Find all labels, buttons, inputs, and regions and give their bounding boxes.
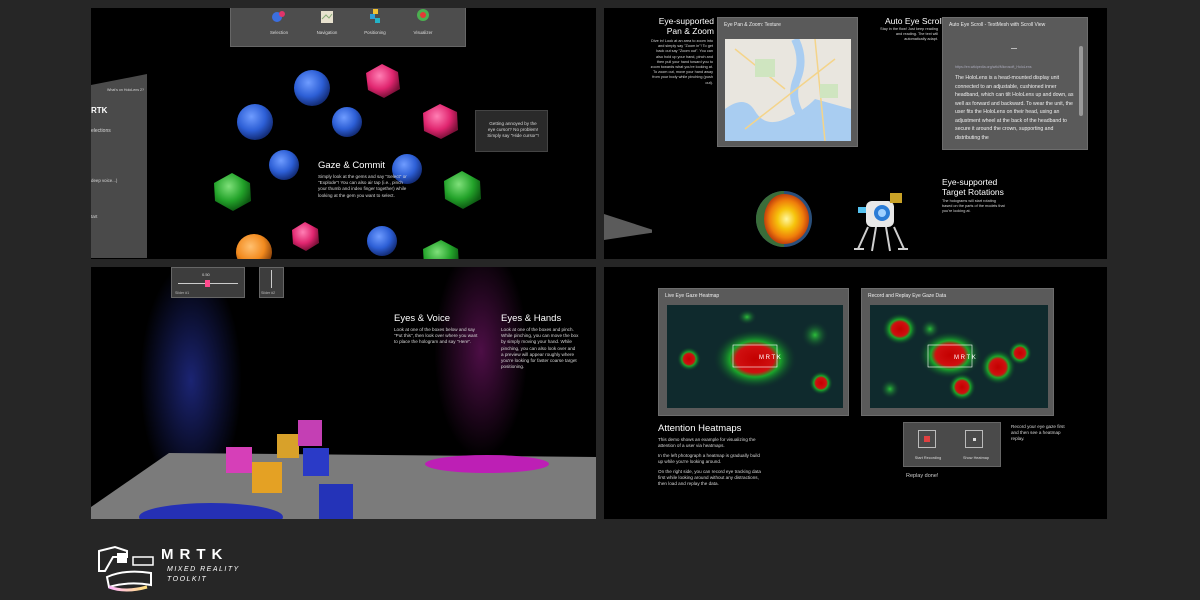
map-texture[interactable] bbox=[725, 39, 851, 141]
lunar-lander-model[interactable] bbox=[850, 189, 912, 255]
show-heatmap-button[interactable] bbox=[965, 430, 983, 448]
eyes-hands-title: Eyes & Hands bbox=[501, 313, 562, 324]
gem-pink[interactable] bbox=[292, 222, 319, 251]
heatmaps-paragraph-1: This demo shows an example for visualizi… bbox=[658, 437, 756, 449]
scroll-link[interactable]: https://en.wikipedia.org/wiki/Microsoft_… bbox=[955, 64, 1075, 70]
gem-blue[interactable] bbox=[332, 107, 362, 137]
mrtk-logo-subtitle-1: MIXED REALITY bbox=[167, 566, 240, 573]
auto-scroll-title: Auto Eye Scroll bbox=[885, 16, 944, 26]
gem-blue[interactable] bbox=[367, 226, 397, 256]
svg-text:M R T K: M R T K bbox=[759, 355, 781, 361]
gaze-title: Gaze & Commit bbox=[318, 160, 386, 171]
earth-core-model[interactable] bbox=[754, 189, 814, 249]
gem-blue[interactable] bbox=[269, 150, 299, 180]
heatmaps-title: Attention Heatmaps bbox=[658, 423, 742, 434]
heatmaps-paragraph-3: On the right side, you can record eye tr… bbox=[658, 469, 761, 487]
mrtk-logo: MRTK MIXED REALITY TOOLKIT bbox=[95, 543, 255, 593]
scrollbar[interactable] bbox=[1079, 46, 1083, 116]
slider-panel-2: Slider #2 bbox=[259, 267, 284, 298]
pan-zoom-title: Eye-supported Pan & Zoom bbox=[658, 16, 714, 36]
target-rotations-title: Eye-supported Target Rotations bbox=[942, 177, 1004, 197]
replay-status: Replay done! bbox=[906, 473, 939, 479]
gem-pink[interactable] bbox=[366, 64, 400, 98]
panel-navigation: Eye-supported Pan & Zoom Dive in! Look a… bbox=[604, 8, 1107, 259]
eyes-voice-description: Look at one of the boxes below and say "… bbox=[394, 327, 478, 345]
scrolling-text: The HoloLens is a head-mounted display u… bbox=[955, 75, 1074, 141]
pan-zoom-description: Dive in! Look at an area to zoom into an… bbox=[650, 39, 713, 85]
replay-heatmap-image: M R T K bbox=[870, 305, 1048, 408]
box-orange[interactable] bbox=[252, 462, 282, 493]
positioning-scene bbox=[91, 420, 596, 519]
live-heatmap-window[interactable]: Live Eye Gaze Heatmap M R T K bbox=[658, 288, 849, 416]
box-blue[interactable] bbox=[303, 448, 329, 476]
panel-positioning: 0.50 Slider #1 Slider #2 Eyes & Voice Lo… bbox=[91, 267, 596, 519]
gem-green[interactable] bbox=[444, 171, 481, 209]
pan-zoom-window[interactable]: Eye Pan & Zoom: Texture bbox=[717, 17, 858, 147]
svg-text:M R T K: M R T K bbox=[954, 355, 976, 361]
hide-cursor-hint: Getting annoyed by the eye cursor? No pr… bbox=[475, 110, 548, 152]
live-heatmap-image: M R T K bbox=[667, 305, 843, 408]
auto-scroll-description: Stay in the flow! Just keep reading and … bbox=[880, 27, 938, 42]
slider-panel-1: 0.50 Slider #1 bbox=[171, 267, 245, 298]
target-rotations-description: The holograms will start rotating based … bbox=[942, 199, 1005, 214]
gaze-description: Simply look at the gems and say "Select"… bbox=[318, 174, 407, 198]
mrtk-logo-subtitle-2: TOOLKIT bbox=[167, 576, 208, 583]
record-icon bbox=[924, 436, 930, 442]
box-magenta[interactable] bbox=[298, 420, 322, 446]
floor-plane bbox=[604, 214, 652, 240]
recording-controls: Start Recording Show Heatmap bbox=[903, 422, 1001, 467]
box-blue[interactable] bbox=[319, 484, 353, 519]
panel-gaze-commit: What's on HoloLens 2? RTK elections deep… bbox=[91, 8, 596, 259]
target-platform-magenta[interactable] bbox=[425, 455, 549, 473]
gem-blue[interactable] bbox=[294, 70, 330, 106]
start-recording-button[interactable] bbox=[918, 430, 936, 448]
heatmaps-paragraph-2: In the left photograph a heatmap is grad… bbox=[658, 453, 760, 465]
gem-blue[interactable] bbox=[237, 104, 273, 140]
replay-heatmap-window[interactable]: Record and Replay Eye Gaze Data M R T K bbox=[861, 288, 1054, 416]
mrtk-logo-title: MRTK bbox=[161, 546, 229, 563]
record-hint: Record your eye gaze first and then see … bbox=[1011, 424, 1065, 442]
box-magenta[interactable] bbox=[226, 447, 252, 473]
eyes-voice-title: Eyes & Voice bbox=[394, 313, 450, 324]
slider-thumb-1[interactable] bbox=[205, 280, 210, 287]
auto-scroll-window[interactable]: Auto Eye Scroll - TextMesh with Scroll V… bbox=[942, 17, 1088, 150]
mrtk-logo-icon bbox=[98, 545, 154, 592]
heatmap-icon bbox=[973, 438, 976, 441]
slider-track-2[interactable] bbox=[271, 270, 272, 288]
gem-orange[interactable] bbox=[236, 234, 272, 259]
gem-green[interactable] bbox=[214, 173, 251, 211]
panel-visualizer: Live Eye Gaze Heatmap M R T K Record and… bbox=[604, 267, 1107, 519]
box-orange[interactable] bbox=[277, 434, 299, 458]
eyes-hands-description: Look at one of the boxes and pinch. Whil… bbox=[501, 327, 579, 370]
gem-pink[interactable] bbox=[423, 104, 458, 139]
gem-green[interactable] bbox=[423, 240, 459, 259]
